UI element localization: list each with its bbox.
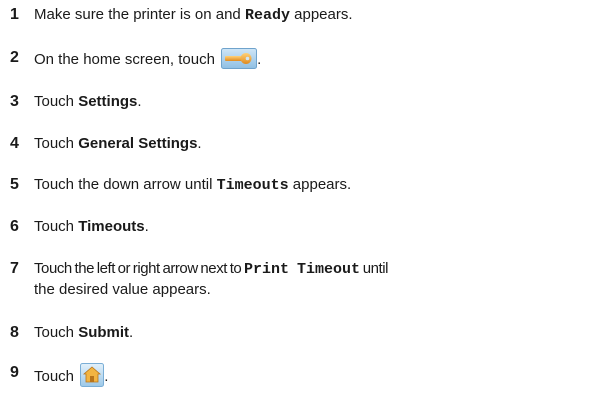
step-number: 2 [10,49,19,66]
step-number: 7 [10,260,19,277]
step-number: 5 [10,176,19,193]
step-number: 4 [10,135,19,152]
menu-item-name: Settings [78,93,138,110]
step-number: 1 [10,6,19,23]
step-1: 1 Make sure the printer is on and Ready … [0,5,580,26]
step-text: Touch the left or right arrow next to [34,260,245,277]
display-message: Timeouts [216,177,289,194]
step-text: . [257,51,262,68]
menu-item-name: Timeouts [78,218,145,235]
step-6: 6 Touch Timeouts. [0,217,580,237]
step-text: On the home screen, touch [34,51,220,68]
step-3: 3 Touch Settings. [0,92,580,112]
step-text: appears. [289,6,353,23]
step-text: Make sure the printer is on and [34,6,245,23]
step-text: . [129,324,134,341]
instructions-document: 1 Make sure the printer is on and Ready … [0,0,595,390]
step-text: Touch [34,324,79,341]
display-message: Ready [244,7,290,24]
step-text: appears. [288,176,352,193]
step-text-continued: the desired value appears. [34,281,211,298]
step-number: 6 [10,218,19,235]
step-text: Touch [34,93,79,110]
step-number: 9 [10,364,19,381]
step-text: Touch the down arrow until [34,176,217,193]
menu-item-name: General Settings [78,135,198,152]
wrench-key-icon [221,48,258,69]
step-text: . [104,368,109,385]
step-number: 3 [10,93,19,110]
step-text: Touch [34,135,79,152]
step-7: 7 Touch the left or right arrow next to … [0,259,580,300]
step-text: . [197,135,202,152]
button-name: Submit [78,324,130,341]
home-icon [80,363,105,387]
display-message: Print Timeout [244,261,361,278]
step-text: Touch [34,218,79,235]
step-number: 8 [10,324,19,341]
step-9: 9 Touch . [0,363,580,387]
step-5: 5 Touch the down arrow until Timeouts ap… [0,175,580,196]
step-4: 4 Touch General Settings. [0,134,580,154]
step-text: . [144,218,149,235]
step-text: Touch [34,368,79,385]
step-text: until [360,260,389,277]
step-2: 2 On the home screen, touch . [0,48,580,70]
step-8: 8 Touch Submit. [0,323,580,343]
step-text: . [137,93,142,110]
